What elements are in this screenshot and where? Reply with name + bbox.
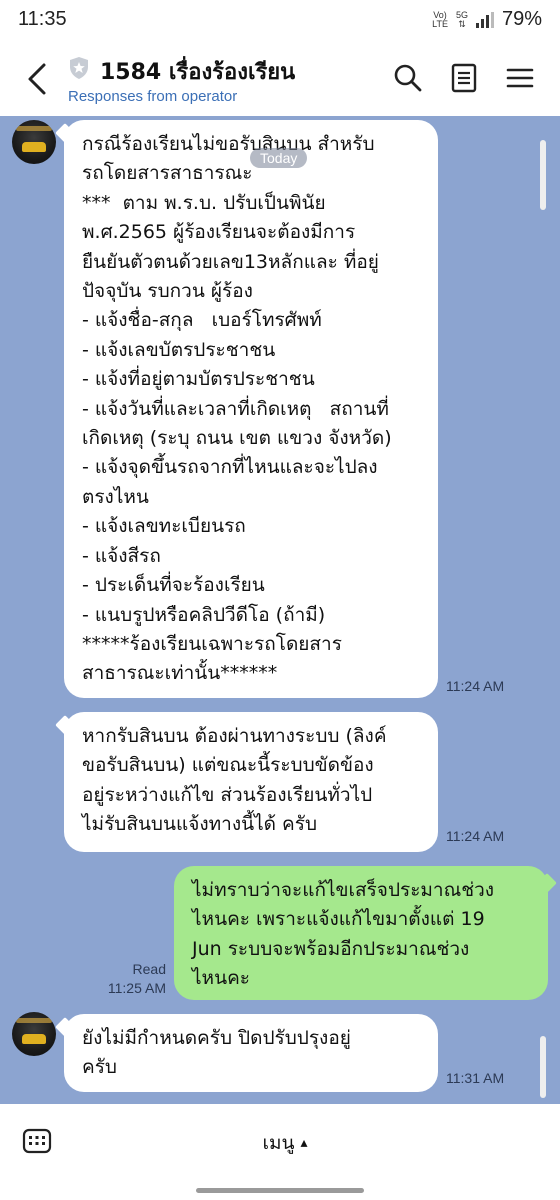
- date-separator: Today: [250, 148, 308, 168]
- chat-subtitle[interactable]: Responses from operator: [68, 88, 237, 105]
- scrollbar-thumb[interactable]: [540, 140, 546, 210]
- chat-title: 1584 เรื่องร้องเรียน: [100, 60, 296, 85]
- message-time: 11:31 AM: [446, 1070, 505, 1086]
- menu-label: เมนู: [262, 1132, 295, 1154]
- notes-icon[interactable]: [448, 62, 480, 94]
- caret-up-icon: ▴: [300, 1135, 308, 1151]
- back-arrow-icon[interactable]: [24, 62, 52, 96]
- home-indicator[interactable]: [196, 1188, 364, 1193]
- status-bar: 11:35 Vo) LTE 5G ⇅ 79%: [0, 0, 560, 40]
- operator-avatar[interactable]: [12, 120, 56, 164]
- 5g-indicator: 5G ⇅: [455, 9, 468, 29]
- search-icon[interactable]: [392, 62, 424, 94]
- scrollbar-thumb[interactable]: [540, 1036, 546, 1098]
- status-indicators: Vo) LTE 5G ⇅ 79%: [432, 8, 542, 31]
- message-bubble[interactable]: ยังไม่มีกำหนดครับ ปิดปรับปรุงอยู่ ครับ: [64, 1014, 438, 1092]
- message-time: 11:24 AM: [446, 828, 505, 844]
- message-bubble[interactable]: หากรับสินบน ต้องผ่านทางระบบ (ลิงค์ ขอรับ…: [64, 712, 438, 852]
- my-message-bubble[interactable]: ไม่ทราบว่าจะแก้ไขเสร็จประมาณช่วง ไหนคะ เ…: [174, 866, 548, 1000]
- official-shield-icon: [70, 57, 88, 79]
- battery-level: 79%: [501, 8, 542, 30]
- status-time: 11:35: [18, 8, 67, 30]
- keyboard-icon[interactable]: [22, 1126, 52, 1156]
- read-receipt: Read 11:25 AM: [107, 961, 166, 996]
- message-time: 11:24 AM: [446, 678, 505, 694]
- chat-header: 1584 เรื่องร้องเรียน Responses from oper…: [0, 40, 560, 116]
- menu-hamburger-icon[interactable]: [504, 62, 536, 94]
- operator-avatar[interactable]: [12, 1012, 56, 1056]
- rich-menu-toggle-button[interactable]: เมนู ▴: [230, 1126, 340, 1160]
- signal-icon: [475, 11, 494, 28]
- bottom-bar: เมนู ▴: [0, 1104, 560, 1200]
- volte-indicator: Vo) LTE: [432, 9, 448, 29]
- chat-message-area[interactable]: กรณีร้องเรียนไม่ขอรับสินบน สำหรับ รถโดยส…: [0, 116, 560, 1104]
- message-bubble[interactable]: กรณีร้องเรียนไม่ขอรับสินบน สำหรับ รถโดยส…: [64, 120, 438, 698]
